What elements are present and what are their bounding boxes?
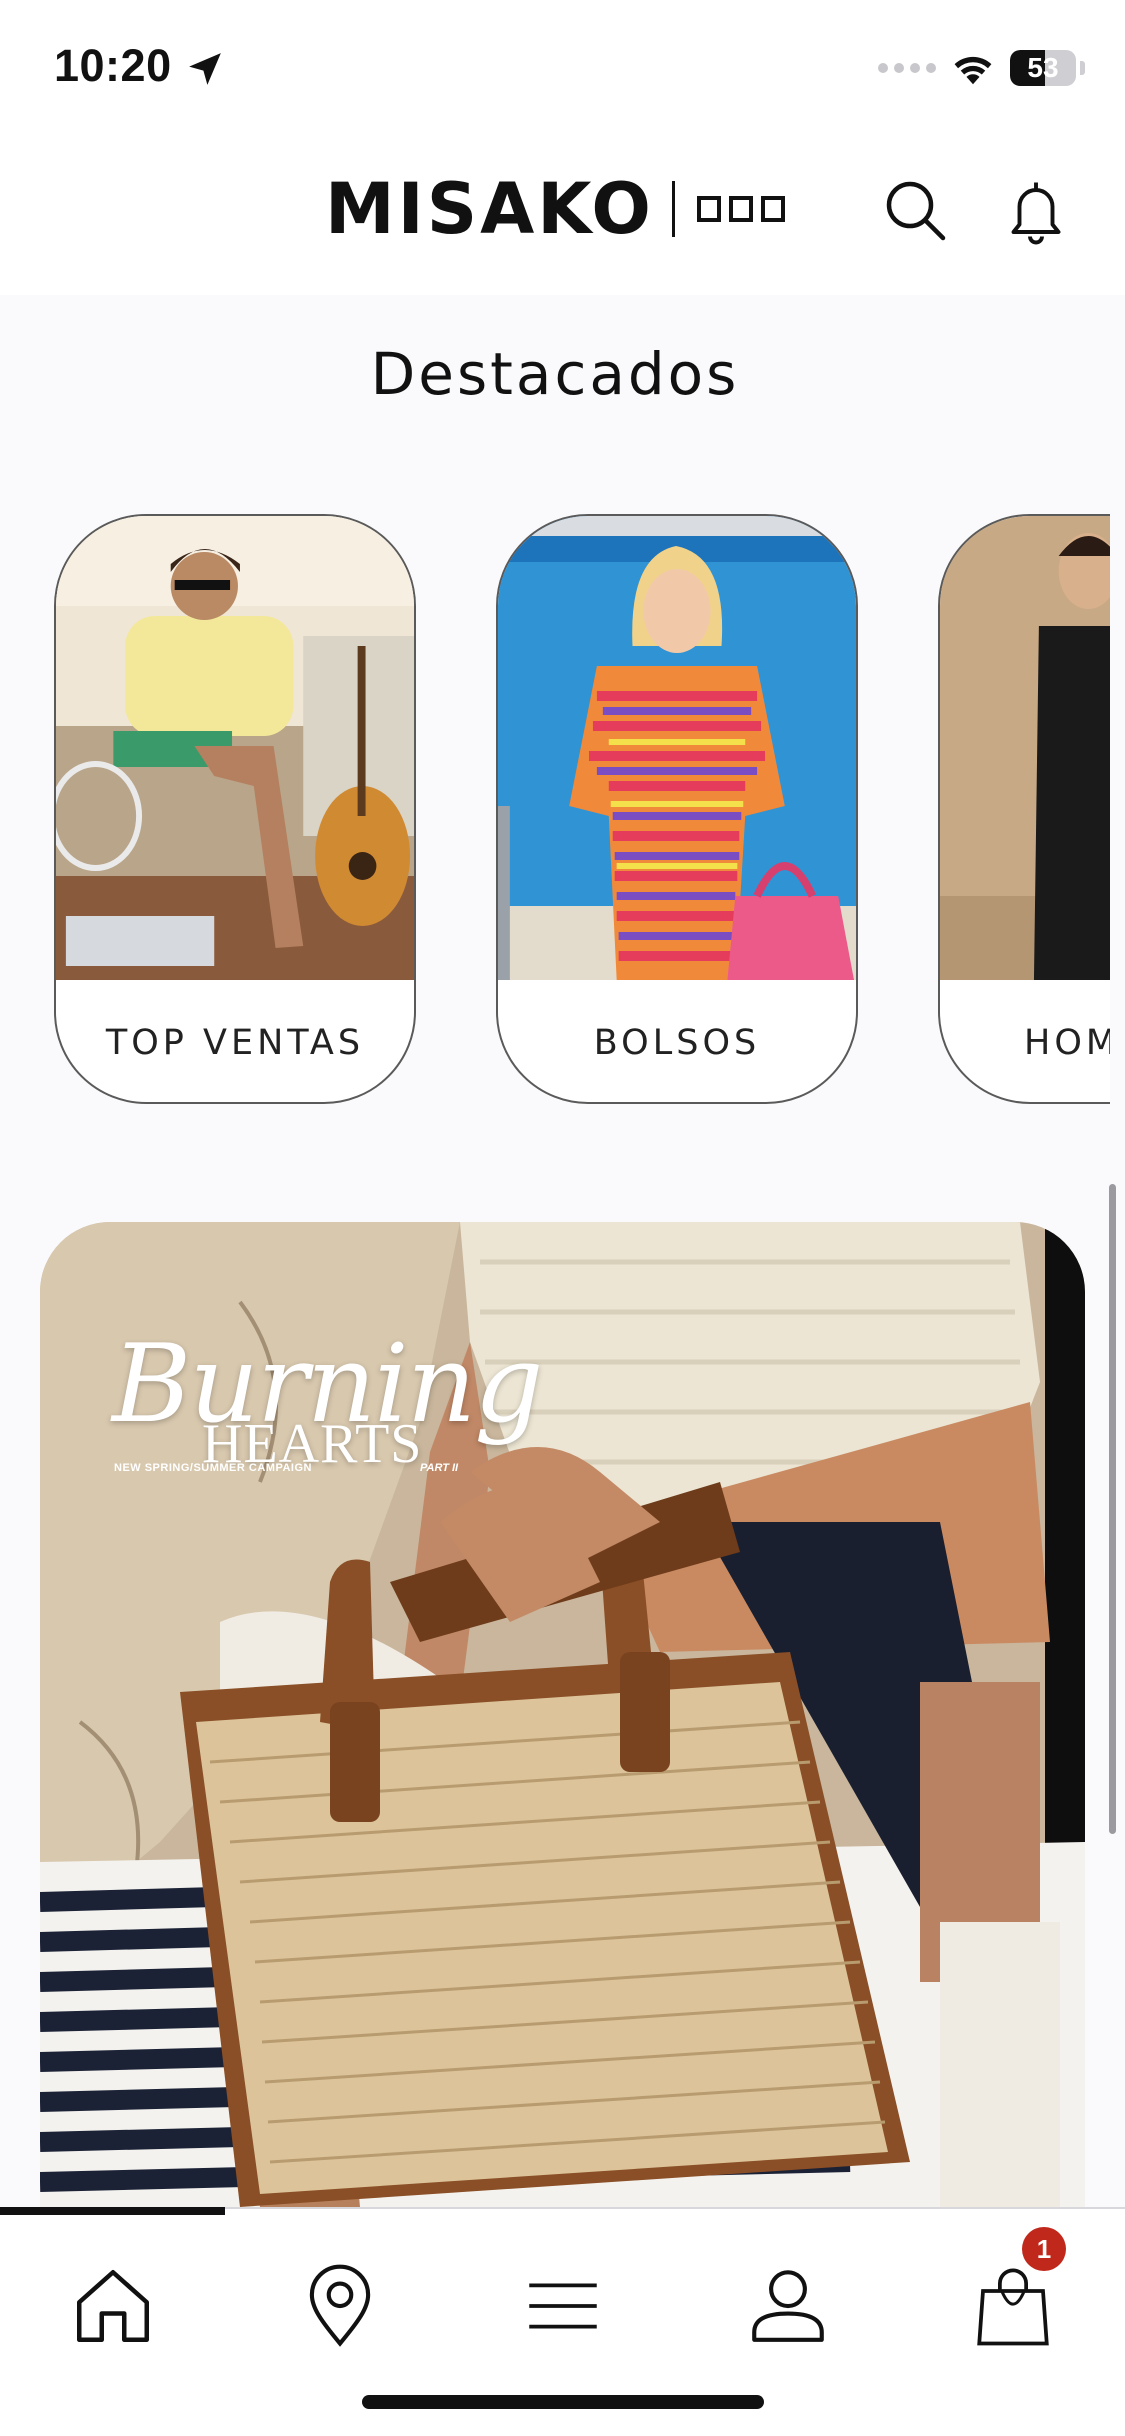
location-icon[interactable] [295,2261,385,2351]
battery-cap [1080,61,1085,75]
home-icon[interactable] [68,2261,158,2351]
scrollbar[interactable] [1109,1184,1116,1834]
campaign-banner[interactable]: Burning HEARTS NEW SPRING/SUMMER CAMPAIG… [40,1222,1085,2207]
status-indicators: 53 [878,46,1085,90]
category-card-bolsos[interactable]: BOLSOS [496,514,858,1104]
category-label: HOM [1024,1023,1110,1063]
category-image [56,516,414,980]
menu-icon[interactable] [518,2261,608,2351]
profile-icon[interactable] [743,2261,833,2351]
brand-divider [671,181,675,237]
signal-icon [878,63,936,73]
location-arrow-icon [189,53,221,85]
brand-name: MISAKO [325,168,654,250]
bag-icon[interactable] [968,2261,1058,2351]
brand-logo[interactable]: MISAKO [325,168,785,250]
battery-icon: 53 [1010,50,1076,86]
cart-count-badge: 1 [1022,2227,1066,2271]
status-bar: 10:20 53 [0,0,1125,135]
category-label: BOLSOS [593,1023,761,1063]
search-icon[interactable] [880,175,952,247]
campaign-part: PART II [420,1462,459,1474]
wifi-icon [954,56,992,85]
progress-track [0,2207,1125,2215]
progress-fill [0,2207,225,2215]
app-screen: 10:20 53 MISAKO Destacados TOP VENTAS BO… [0,0,1125,2436]
app-header: MISAKO [0,135,1125,295]
category-label: TOP VENTAS [105,1023,365,1063]
campaign-subtitle: NEW SPRING/SUMMER CAMPAIGN [114,1462,312,1474]
category-card-top-ventas[interactable]: TOP VENTAS [54,514,416,1104]
home-indicator [362,2395,764,2409]
category-card-hombre[interactable]: HOM [938,514,1110,1104]
category-image [498,516,856,980]
battery-level: 53 [1027,52,1059,83]
category-carousel[interactable]: TOP VENTAS BOLSOS HO [0,510,1110,1110]
brand-mark-icon [696,196,785,222]
status-time: 10:20 [54,40,172,91]
section-title: Destacados [370,340,740,408]
bell-icon[interactable] [1000,175,1072,247]
category-image [940,516,1110,980]
